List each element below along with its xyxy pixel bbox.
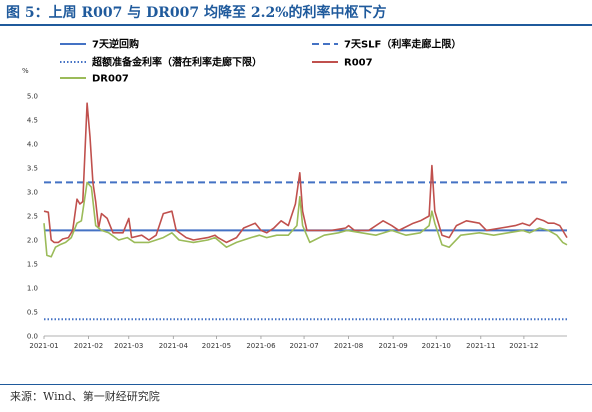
y-tick-label: 5.0 [27,93,38,101]
x-tick-label: 2021-09 [379,342,408,350]
y-unit-label: % [22,67,29,75]
y-tick-label: 2.5 [27,213,38,221]
legend-label: 超额准备金利率（潜在利率走廊下限） [91,56,262,69]
x-tick-label: 2021-07 [289,342,318,350]
series-layer [43,102,568,321]
x-tick-label: 2021-04 [159,342,189,350]
footer-rule [0,384,592,385]
y-tick-label: 1.5 [27,261,38,269]
x-tick-label: 2021-11 [466,342,495,350]
y-axis: 0.0 0.5 1.0 1.5 2.0 2.5 3.0 3.5 4.0 4.5 5.0 [27,93,38,341]
y-tick-label: 3.0 [27,189,38,197]
x-tick-label: 2021-08 [334,342,363,350]
source-note: 来源：Wind、第一财经研究院 [10,390,160,403]
legend-label: 7天逆回购 [92,38,139,51]
y-tick-label: 0.5 [27,309,38,317]
legend: 7天逆回购 7天SLF（利率走廊上限） 超额准备金利率（潜在利率走廊下限） R007 D… [60,38,461,85]
legend-label: DR007 [92,74,129,85]
chart-title: 图 5：上周 R007 与 DR007 均降至 2.2%的利率中枢下方 [6,5,387,21]
y-tick-label: 4.0 [27,141,38,149]
x-axis: 2021-01 2021-02 2021-03 2021-04 2021-05 2021-… [29,335,567,350]
series-line-DR007 [43,181,568,258]
y-tick-label: 4.5 [27,117,38,125]
y-tick-label: 1.0 [27,285,38,293]
y-tick-label: 3.5 [27,165,38,173]
x-tick-label: 2021-10 [422,342,451,350]
series-line-R007 [43,102,568,244]
x-tick-label: 2021-02 [74,342,103,350]
line-chart: 7天逆回购 7天SLF（利率走廊上限） 超额准备金利率（潜在利率走廊下限） R007 D… [22,38,568,350]
x-tick-label: 2021-03 [114,342,143,350]
x-tick-label: 2021-05 [202,342,231,350]
y-tick-label: 2.0 [27,237,38,245]
x-tick-label: 2021-12 [509,342,538,350]
legend-label: 7天SLF（利率走廊上限） [344,38,461,51]
x-tick-label: 2021-01 [29,342,58,350]
legend-label: R007 [344,58,373,69]
y-tick-label: 0.0 [27,333,38,341]
x-tick-label: 2021-06 [246,342,276,350]
